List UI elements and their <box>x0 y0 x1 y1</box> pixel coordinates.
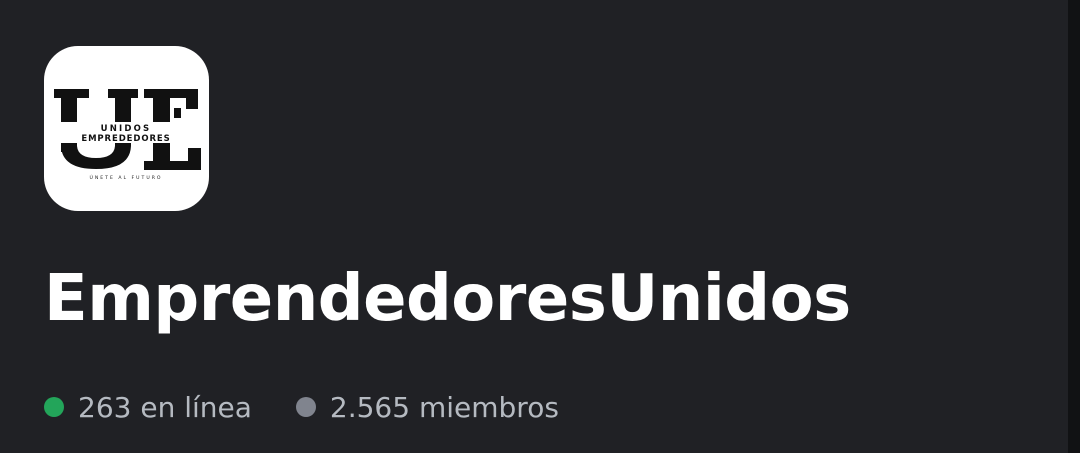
online-count-stat: 263 en línea <box>44 391 252 424</box>
member-status-dot-icon <box>295 397 316 417</box>
logo-line-unidos: UNIDOS <box>101 124 152 134</box>
online-count-label: 263 en línea <box>78 390 252 424</box>
server-stats: 263 en línea 2.565 miembros <box>44 386 559 428</box>
member-count-stat: 2.565 miembros <box>295 390 559 424</box>
online-status-dot-icon <box>44 397 64 417</box>
screen-edge <box>1068 0 1080 453</box>
server-name: EmprendedoresUnidos <box>44 262 851 336</box>
member-count-label: 2.565 miembros <box>329 390 559 424</box>
server-icon[interactable]: UNIDOS EMPREDEDORES ÚNETE AL FUTURO <box>44 46 209 211</box>
server-logo-image: UNIDOS EMPREDEDORES ÚNETE AL FUTURO <box>52 89 202 181</box>
logo-tagline: ÚNETE AL FUTURO <box>89 174 162 181</box>
logo-line-empredores: EMPREDEDORES <box>81 134 170 144</box>
